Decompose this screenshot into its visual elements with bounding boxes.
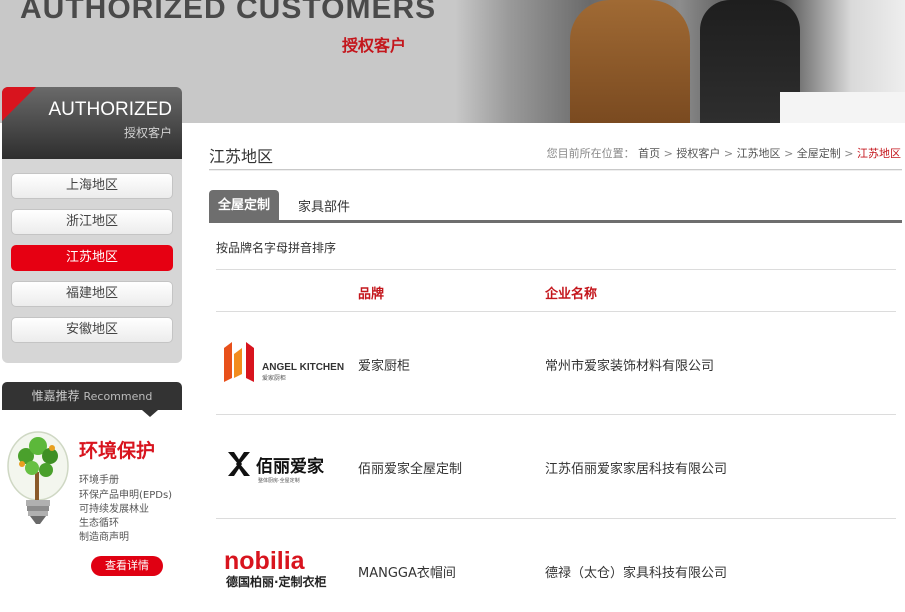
breadcrumb-link-custom[interactable]: 全屋定制 (797, 147, 841, 160)
breadcrumb-prefix: 您目前所在位置： (546, 147, 635, 160)
breadcrumb-current: 江苏地区 (857, 147, 901, 160)
logo-subtext: 德国柏丽·定制衣柜 (226, 574, 327, 589)
eco-line: 可持续发展林业 (79, 504, 149, 515)
sidebar-item-anhui[interactable]: 安徽地区 (11, 317, 173, 343)
eco-line: 制造商声明 (79, 532, 129, 543)
sidebar-title-cn: 授权客户 (123, 126, 172, 140)
tab-whole-house-custom[interactable]: 全屋定制 (209, 190, 279, 221)
recommend-arrow-decoration (142, 410, 158, 417)
table-divider (216, 311, 896, 312)
tabs-underline (209, 220, 902, 223)
banner-person-image (570, 0, 690, 123)
eco-title: 环境保护 (79, 440, 156, 462)
eco-line: 环境手册 (79, 475, 119, 486)
sidebar-header: AUTHORIZED 授权客户 (2, 87, 182, 159)
eco-line: 生态循环 (79, 518, 119, 529)
sidebar-item-jiangsu[interactable]: 江苏地区 (11, 245, 173, 271)
row-brand: MANGGA衣帽间 (358, 566, 456, 581)
table-divider (216, 518, 896, 519)
tab-furniture-parts[interactable]: 家具部件 (298, 196, 350, 215)
sidebar-menu: 上海地区 浙江地区 江苏地区 福建地区 安徽地区 (2, 159, 182, 363)
column-header-brand: 品牌 (358, 287, 385, 302)
baili-aijia-logo[interactable]: 佰丽爱家 整体厨房·全屋定制 (220, 442, 348, 492)
sidebar-item-shanghai[interactable]: 上海地区 (11, 173, 173, 199)
row-brand: 爱家厨柜 (358, 359, 411, 374)
banner-kitchen-counter-image (780, 92, 905, 123)
logo-text: 佰丽爱家 (256, 456, 324, 477)
sidebar-item-zhejiang[interactable]: 浙江地区 (11, 209, 173, 235)
page-title: 江苏地区 (209, 147, 274, 166)
recommend-title-en: Recommend (83, 390, 153, 403)
table-divider (216, 269, 896, 270)
breadcrumb: 您目前所在位置： 首页 > 授权客户 > 江苏地区 > 全屋定制 > 江苏地区 (547, 145, 901, 161)
sidebar-item-fujian[interactable]: 福建地区 (11, 281, 173, 307)
recommend-title-cn: 惟嘉推荐 (31, 389, 80, 403)
logo-subtext: 整体厨房·全屋定制 (258, 477, 300, 484)
logo-text: ANGEL KITCHEN (262, 362, 344, 373)
eco-line: 环保产品申明(EPDs) (79, 490, 173, 501)
row-company: 江苏佰丽爱家家居科技有限公司 (545, 462, 728, 477)
red-corner-decoration (2, 87, 36, 121)
view-details-button[interactable]: 查看详情 (91, 556, 163, 576)
breadcrumb-separator: > (723, 147, 734, 160)
nobilia-logo[interactable]: nobilia 德国柏丽·定制衣柜 (220, 545, 348, 595)
breadcrumb-link-customers[interactable]: 授权客户 (676, 147, 720, 160)
recommend-header: 惟嘉推荐 Recommend (2, 382, 182, 410)
banner-title-en: AUTHORIZED CUSTOMERS (20, 0, 437, 25)
breadcrumb-separator: > (844, 147, 854, 160)
row-brand: 佰丽爱家全屋定制 (358, 462, 463, 477)
row-company: 常州市爱家装饰材料有限公司 (545, 359, 715, 374)
lightbulb-tree-icon (7, 431, 69, 524)
sort-note: 按品牌名字母拼音排序 (216, 241, 337, 255)
breadcrumb-link-jiangsu[interactable]: 江苏地区 (737, 147, 781, 160)
breadcrumb-separator: > (784, 147, 794, 160)
row-company: 德禄（太仓）家具科技有限公司 (545, 566, 728, 581)
banner-title-cn: 授权客户 (342, 36, 407, 55)
angel-kitchen-logo[interactable]: ANGEL KITCHEN 爱家厨柜 (220, 338, 348, 388)
title-divider-shadow (209, 170, 902, 171)
breadcrumb-separator: > (663, 147, 673, 160)
logo-text: nobilia (224, 547, 306, 575)
column-header-company: 企业名称 (545, 287, 598, 302)
table-divider (216, 414, 896, 415)
breadcrumb-link-home[interactable]: 首页 (638, 147, 660, 160)
logo-subtext: 爱家厨柜 (262, 374, 286, 382)
sidebar-title-en: AUTHORIZED (48, 99, 173, 120)
